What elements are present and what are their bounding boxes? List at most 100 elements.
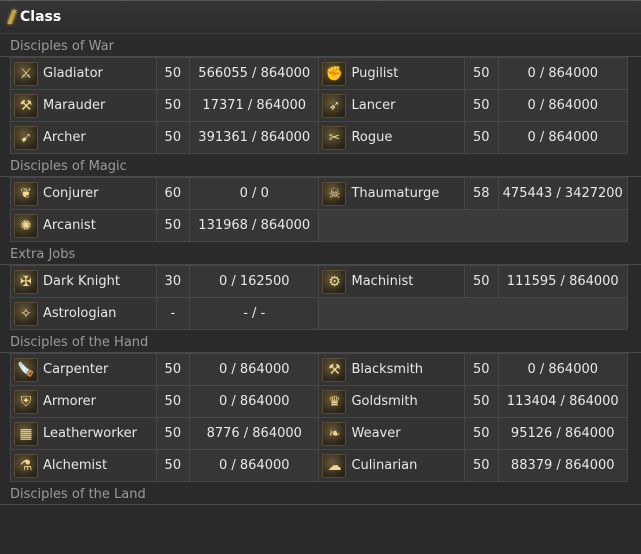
class-name-cell[interactable]: ✧ Astrologian <box>10 297 157 330</box>
class-entry: ✂ Rogue <box>319 122 464 153</box>
table-row: ➹ Archer 50 391361 / 864000 ✂ Rogue 50 0 / 8640… <box>10 121 628 154</box>
class-level: 50 <box>155 353 191 386</box>
class-name-cell[interactable]: ⚒ Blacksmith <box>318 353 466 386</box>
class-name-cell[interactable]: ☁ Culinarian <box>318 449 466 482</box>
class-table: 🪚 Carpenter 50 0 / 864000 ⚒ Blacksmith 50 0 / 8… <box>10 353 628 482</box>
class-level: 50 <box>464 385 499 418</box>
empty-slot <box>318 297 628 330</box>
class-name-cell[interactable]: ➹ Archer <box>10 121 157 154</box>
class-name: Machinist <box>351 274 414 289</box>
section-header: Disciples of War <box>0 38 641 57</box>
class-exp: 113404 / 864000 <box>497 385 628 418</box>
class-name: Culinarian <box>351 458 418 473</box>
class-level: 50 <box>464 57 499 90</box>
class-name-cell[interactable]: ✺ Arcanist <box>10 209 157 242</box>
section-header: Disciples of the Hand <box>0 334 641 353</box>
class-name-cell[interactable]: 🪚 Carpenter <box>10 353 157 386</box>
class-name: Alchemist <box>43 458 108 473</box>
class-exp: 95126 / 864000 <box>497 417 628 450</box>
alchemist-icon: ⚗ <box>14 453 38 478</box>
rogue-icon: ✂ <box>322 125 347 150</box>
carpenter-icon: 🪚 <box>14 357 38 382</box>
class-entry: ⚒ Blacksmith <box>319 354 464 385</box>
class-entry: ⚙ Machinist <box>319 266 464 297</box>
table-row: ✠ Dark Knight 30 0 / 162500 ⚙ Machinist 50 1115… <box>10 265 628 298</box>
class-entry: ⚗ Alchemist <box>11 450 156 481</box>
section-extra-jobs: Extra Jobs ✠ Dark Knight 30 0 / 162500 ⚙ Machi… <box>0 246 641 330</box>
thaumaturge-icon: ☠ <box>322 181 347 206</box>
title-pin-icon <box>7 10 17 24</box>
class-name-cell[interactable]: ✠ Dark Knight <box>10 265 157 298</box>
class-name: Thaumaturge <box>351 186 440 201</box>
class-sections: Disciples of War ⚔ Gladiator 50 566055 / 864… <box>0 38 641 505</box>
class-name: Rogue <box>351 130 393 145</box>
section-disciples-of-magic: Disciples of Magic ❦ Conjurer 60 0 / 0 ☠ Thaum… <box>0 158 641 242</box>
section-disciples-of-the-hand: Disciples of the Hand 🪚 Carpenter 50 0 / 864… <box>0 334 641 482</box>
section-header: Disciples of the Land <box>0 486 641 505</box>
class-name-cell[interactable]: ⚗ Alchemist <box>10 449 157 482</box>
pugilist-icon: ✊ <box>322 61 347 86</box>
table-row: ⚒ Marauder 50 17371 / 864000 ➶ Lancer 50 0 / 86… <box>10 89 628 122</box>
class-exp: 566055 / 864000 <box>189 57 320 90</box>
class-level: 50 <box>155 57 191 90</box>
class-name-cell[interactable]: ❦ Conjurer <box>10 177 157 210</box>
class-name: Lancer <box>351 98 396 113</box>
class-entry: ☠ Thaumaturge <box>319 178 464 209</box>
class-exp: 111595 / 864000 <box>497 265 628 298</box>
class-entry: ✧ Astrologian <box>11 298 156 329</box>
class-name-cell[interactable]: ⛨ Armorer <box>10 385 157 418</box>
table-row: ❦ Conjurer 60 0 / 0 ☠ Thaumaturge 58 475443 / 3… <box>10 177 628 210</box>
class-name: Gladiator <box>43 66 103 81</box>
section-header: Disciples of Magic <box>0 158 641 177</box>
table-row: 🪚 Carpenter 50 0 / 864000 ⚒ Blacksmith 50 0 / 8… <box>10 353 628 386</box>
class-name-cell[interactable]: ✊ Pugilist <box>318 57 466 90</box>
class-level: 50 <box>464 449 499 482</box>
class-level: 50 <box>464 265 499 298</box>
class-name-cell[interactable]: ⚒ Marauder <box>10 89 157 122</box>
goldsmith-icon: ♛ <box>322 389 347 414</box>
section-disciples-of-war: Disciples of War ⚔ Gladiator 50 566055 / 864… <box>0 38 641 154</box>
class-name-cell[interactable]: ➶ Lancer <box>318 89 466 122</box>
class-exp: 0 / 864000 <box>189 385 320 418</box>
class-table: ⚔ Gladiator 50 566055 / 864000 ✊ Pugilist 50 0 … <box>10 57 628 154</box>
class-name: Weaver <box>351 426 401 441</box>
marauder-icon: ⚒ <box>14 93 38 118</box>
class-name: Marauder <box>43 98 106 113</box>
class-name: Astrologian <box>43 306 117 321</box>
class-exp: 0 / 162500 <box>189 265 320 298</box>
class-exp: 17371 / 864000 <box>189 89 320 122</box>
arcanist-icon: ✺ <box>14 213 38 238</box>
class-table: ❦ Conjurer 60 0 / 0 ☠ Thaumaturge 58 475443 / 3… <box>10 177 628 242</box>
class-exp: 8776 / 864000 <box>189 417 320 450</box>
class-name-cell[interactable]: ♛ Goldsmith <box>318 385 466 418</box>
culinarian-icon: ☁ <box>322 453 347 478</box>
class-level: 50 <box>464 353 499 386</box>
class-name-cell[interactable]: ▦ Leatherworker <box>10 417 157 450</box>
class-name: Carpenter <box>43 362 109 377</box>
class-name-cell[interactable]: ☠ Thaumaturge <box>318 177 466 210</box>
class-name-cell[interactable]: ⚔ Gladiator <box>10 57 157 90</box>
class-name: Dark Knight <box>43 274 120 289</box>
class-exp: 0 / 864000 <box>497 57 628 90</box>
section-disciples-of-the-land: Disciples of the Land <box>0 486 641 505</box>
section-header: Extra Jobs <box>0 246 641 265</box>
class-exp: 131968 / 864000 <box>189 209 320 242</box>
class-exp: 88379 / 864000 <box>497 449 628 482</box>
class-entry: ✺ Arcanist <box>11 210 156 241</box>
class-name: Arcanist <box>43 218 96 233</box>
class-name-cell[interactable]: ⚙ Machinist <box>318 265 466 298</box>
class-name: Pugilist <box>351 66 399 81</box>
class-entry: ⛨ Armorer <box>11 386 156 417</box>
lancer-icon: ➶ <box>322 93 347 118</box>
class-entry: ❦ Conjurer <box>11 178 156 209</box>
class-name: Archer <box>43 130 86 145</box>
class-name-cell[interactable]: ✂ Rogue <box>318 121 466 154</box>
class-exp: 475443 / 3427200 <box>497 177 628 210</box>
class-entry: ♛ Goldsmith <box>319 386 464 417</box>
class-level: 50 <box>155 121 191 154</box>
class-name-cell[interactable]: ❧ Weaver <box>318 417 466 450</box>
dark-knight-icon: ✠ <box>14 269 38 294</box>
class-entry: ➶ Lancer <box>319 90 464 121</box>
class-entry: ▦ Leatherworker <box>11 418 156 449</box>
class-level: - <box>155 297 191 330</box>
